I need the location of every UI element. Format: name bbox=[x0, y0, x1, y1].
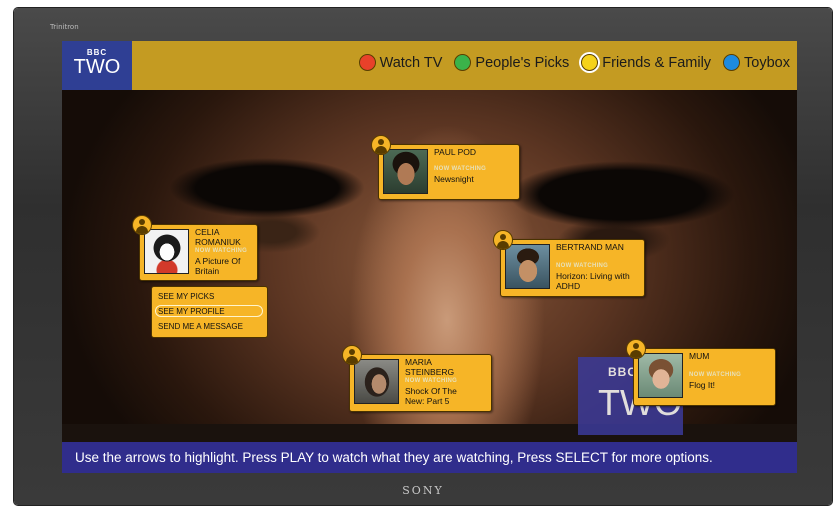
option-see-my-profile[interactable]: SEE MY PROFILE bbox=[158, 307, 225, 316]
menu-item-watch-tv[interactable]: Watch TV bbox=[358, 54, 443, 71]
menu-item-friends-family[interactable]: Friends & Family bbox=[581, 54, 711, 71]
friend-card-celia-romaniuk[interactable]: CELIA ROMANIUK NOW WATCHING A Picture Of… bbox=[139, 224, 258, 281]
tv-bezel: Trinitron BBC TWO Watch TV People's Pick… bbox=[14, 8, 832, 505]
avatar-photo bbox=[383, 149, 428, 194]
friend-card-paul-pod[interactable]: PAUL POD NOW WATCHING Newsnight bbox=[378, 144, 520, 200]
friend-name: CELIA ROMANIUK bbox=[195, 227, 241, 247]
friend-card-bertrand-man[interactable]: BERTRAND MAN NOW WATCHING Horizon: Livin… bbox=[500, 239, 645, 297]
person-icon bbox=[626, 339, 646, 359]
yellow-button-icon bbox=[581, 54, 599, 71]
menu-label: Toybox bbox=[744, 54, 790, 71]
menu-label: People's Picks bbox=[475, 54, 570, 71]
person-icon bbox=[342, 345, 362, 365]
tv-brand-label: Trinitron bbox=[50, 23, 79, 31]
hint-text: Use the arrows to highlight. Press PLAY … bbox=[75, 450, 713, 465]
main-menu: Watch TV People's Picks Friends & Family… bbox=[347, 54, 790, 71]
menu-item-toybox[interactable]: Toybox bbox=[723, 54, 790, 71]
menu-label: Watch TV bbox=[379, 54, 443, 71]
green-button-icon bbox=[454, 54, 472, 71]
friend-card-mum[interactable]: MUM NOW WATCHING Flog It! bbox=[633, 348, 776, 406]
programme-title: Newsnight bbox=[434, 174, 474, 184]
avatar-photo bbox=[354, 359, 399, 404]
options-menu: SEE MY PICKS SEE MY PROFILE SEND ME A ME… bbox=[151, 286, 268, 338]
person-icon bbox=[371, 135, 391, 155]
option-see-my-picks[interactable]: SEE MY PICKS bbox=[158, 292, 214, 301]
now-watching-label: NOW WATCHING bbox=[434, 166, 487, 172]
red-button-icon bbox=[358, 54, 376, 71]
person-icon bbox=[493, 230, 513, 250]
logo-two-text: TWO bbox=[73, 56, 121, 78]
programme-title: Flog It! bbox=[689, 380, 715, 390]
now-watching-label: NOW WATCHING bbox=[689, 372, 742, 378]
friend-name: BERTRAND MAN bbox=[556, 242, 624, 252]
friend-name: MARIA STEINBERG bbox=[405, 357, 455, 377]
programme-title: Shock Of The New: Part 5 bbox=[405, 386, 457, 406]
menu-label: Friends & Family bbox=[602, 54, 712, 71]
blue-button-icon bbox=[723, 54, 741, 71]
sony-logo: SONY bbox=[402, 484, 444, 497]
tv-screen: BBC TWO Watch TV People's Picks Friends … bbox=[62, 41, 797, 473]
friend-name: MUM bbox=[689, 351, 710, 361]
avatar-photo bbox=[638, 353, 683, 398]
person-icon bbox=[132, 215, 152, 235]
option-send-me-a-message[interactable]: SEND ME A MESSAGE bbox=[158, 322, 243, 331]
programme-title: Horizon: Living with ADHD bbox=[556, 271, 630, 291]
hint-bar: Use the arrows to highlight. Press PLAY … bbox=[62, 442, 797, 473]
friend-name: PAUL POD bbox=[434, 147, 477, 157]
top-nav-bar: BBC TWO Watch TV People's Picks Friends … bbox=[62, 41, 797, 90]
bbc-two-logo: BBC TWO bbox=[62, 41, 132, 90]
friend-card-maria-steinberg[interactable]: MARIA STEINBERG NOW WATCHING Shock Of Th… bbox=[349, 354, 492, 412]
menu-item-peoples-picks[interactable]: People's Picks bbox=[454, 54, 569, 71]
avatar-photo bbox=[505, 244, 550, 289]
now-watching-label: NOW WATCHING bbox=[405, 378, 458, 384]
programme-title: A Picture Of Britain bbox=[195, 256, 241, 276]
now-watching-label: NOW WATCHING bbox=[195, 248, 248, 254]
avatar-cartoon bbox=[144, 229, 189, 274]
now-watching-label: NOW WATCHING bbox=[556, 263, 609, 269]
